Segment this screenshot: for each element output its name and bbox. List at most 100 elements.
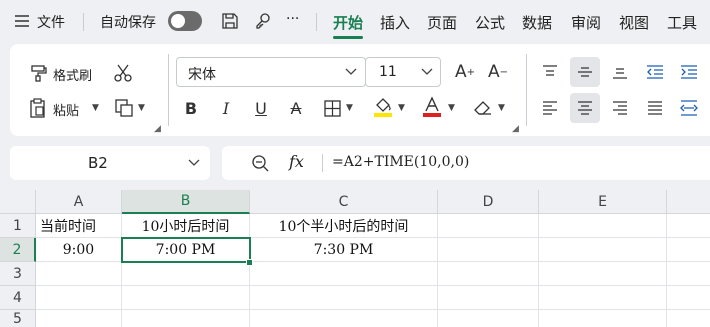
cell-c4[interactable] bbox=[250, 286, 438, 310]
divider bbox=[316, 13, 317, 31]
zoom-formula-icon[interactable] bbox=[250, 153, 270, 173]
strikethrough-icon[interactable]: A bbox=[285, 97, 307, 119]
column-header-b[interactable]: B bbox=[122, 190, 250, 214]
column-header-c[interactable]: C bbox=[250, 190, 438, 214]
divider bbox=[526, 54, 527, 126]
cell-d3[interactable] bbox=[438, 262, 539, 286]
cell-c3[interactable] bbox=[250, 262, 438, 286]
cell-e5[interactable] bbox=[539, 310, 667, 327]
format-painter-icon[interactable] bbox=[28, 63, 48, 83]
font-name-select[interactable]: 宋体 bbox=[176, 57, 366, 87]
divider bbox=[168, 54, 169, 126]
tab-formulas[interactable]: 公式 bbox=[475, 12, 505, 33]
copy-dropdown-caret[interactable]: ▼ bbox=[138, 103, 145, 113]
paste-icon[interactable] bbox=[28, 97, 48, 119]
tab-tools[interactable]: 工具 bbox=[667, 12, 697, 33]
align-right-icon[interactable] bbox=[608, 97, 632, 119]
cell-d1[interactable] bbox=[438, 214, 539, 238]
fill-color-icon[interactable] bbox=[372, 95, 394, 119]
clear-format-dropdown-caret[interactable]: ▼ bbox=[498, 103, 505, 113]
row-header-3[interactable]: 3 bbox=[0, 262, 36, 286]
bold-icon[interactable]: B bbox=[180, 97, 202, 119]
column-header-next[interactable] bbox=[667, 190, 710, 214]
column-header-e[interactable]: E bbox=[539, 190, 667, 214]
cell-b4[interactable] bbox=[122, 286, 250, 310]
decrease-indent-icon[interactable] bbox=[643, 61, 667, 83]
distributed-align-icon[interactable] bbox=[677, 97, 701, 119]
copy-icon[interactable] bbox=[114, 98, 134, 118]
font-color-dropdown-caret[interactable]: ▼ bbox=[448, 103, 455, 113]
paste-dropdown-caret[interactable]: ▼ bbox=[92, 103, 99, 113]
tab-home[interactable]: 开始 bbox=[333, 12, 363, 33]
borders-icon[interactable] bbox=[321, 97, 343, 119]
align-top-icon[interactable] bbox=[538, 61, 562, 83]
cell-e3[interactable] bbox=[539, 262, 667, 286]
cell-b1[interactable]: 10小时后时间 bbox=[122, 214, 250, 238]
increase-indent-icon[interactable] bbox=[677, 61, 701, 83]
row-header-1[interactable]: 1 bbox=[0, 214, 36, 238]
paste-button[interactable]: 粘贴 bbox=[53, 100, 79, 119]
row-header-4[interactable]: 4 bbox=[0, 286, 36, 310]
cell-f4[interactable] bbox=[667, 286, 710, 310]
clipboard-group-expand-icon[interactable]: ◢ bbox=[154, 124, 161, 134]
align-left-icon[interactable] bbox=[538, 97, 562, 119]
cell-e2[interactable] bbox=[539, 238, 667, 262]
row-header-2[interactable]: 2 bbox=[0, 238, 36, 262]
cell-d2[interactable] bbox=[438, 238, 539, 262]
cell-c2[interactable]: 7:30 PM bbox=[250, 238, 438, 262]
name-box[interactable]: B2 bbox=[10, 146, 210, 180]
spreadsheet-grid: A B C D E 1 2 3 4 5 当前时间 10小时后时间 10个半小时后… bbox=[0, 190, 710, 327]
cell-f1[interactable] bbox=[667, 214, 710, 238]
clear-format-icon[interactable] bbox=[472, 97, 494, 119]
formula-input[interactable]: =A2+TIME(10,0,0) bbox=[332, 154, 469, 170]
autosave-toggle[interactable] bbox=[168, 11, 202, 31]
cell-a3[interactable] bbox=[36, 262, 122, 286]
cell-d4[interactable] bbox=[438, 286, 539, 310]
font-color-icon[interactable] bbox=[421, 95, 443, 119]
cell-b3[interactable] bbox=[122, 262, 250, 286]
font-name-value: 宋体 bbox=[188, 67, 216, 83]
justify-icon[interactable] bbox=[643, 97, 667, 119]
cell-f2[interactable] bbox=[667, 238, 710, 262]
row-header-5[interactable]: 5 bbox=[0, 310, 36, 327]
cell-a1[interactable]: 当前时间 bbox=[36, 214, 122, 238]
cell-b5[interactable] bbox=[122, 310, 250, 327]
format-painter-button[interactable]: 格式刷 bbox=[53, 65, 92, 84]
cell-a4[interactable] bbox=[36, 286, 122, 310]
key-icon[interactable] bbox=[253, 11, 273, 31]
increase-font-size-icon[interactable]: A + bbox=[453, 61, 477, 83]
tab-view[interactable]: 视图 bbox=[619, 12, 649, 33]
cell-a5[interactable] bbox=[36, 310, 122, 327]
fill-color-dropdown-caret[interactable]: ▼ bbox=[398, 103, 405, 113]
italic-icon[interactable]: I bbox=[215, 97, 237, 119]
cell-d5[interactable] bbox=[438, 310, 539, 327]
fill-handle[interactable] bbox=[246, 259, 253, 266]
file-menu[interactable]: 文件 bbox=[37, 12, 65, 32]
borders-dropdown-caret[interactable]: ▼ bbox=[346, 103, 353, 113]
cell-e1[interactable] bbox=[539, 214, 667, 238]
column-header-a[interactable]: A bbox=[36, 190, 122, 214]
cell-c5[interactable] bbox=[250, 310, 438, 327]
cell-f5[interactable] bbox=[667, 310, 710, 327]
chevron-down-icon[interactable] bbox=[188, 157, 200, 169]
hamburger-menu-icon[interactable] bbox=[14, 12, 30, 30]
font-size-select[interactable]: 11 bbox=[365, 57, 441, 87]
save-icon[interactable] bbox=[220, 11, 240, 31]
cut-icon[interactable] bbox=[112, 62, 134, 84]
insert-function-button[interactable]: fx bbox=[289, 152, 304, 171]
more-icon[interactable]: ··· bbox=[286, 11, 299, 27]
tab-review[interactable]: 审阅 bbox=[571, 12, 601, 33]
cell-a2[interactable]: 9:00 bbox=[36, 238, 122, 262]
select-all-corner[interactable] bbox=[0, 190, 36, 214]
tab-data[interactable]: 数据 bbox=[522, 12, 552, 33]
cell-e4[interactable] bbox=[539, 286, 667, 310]
align-bottom-icon[interactable] bbox=[608, 61, 632, 83]
tab-page[interactable]: 页面 bbox=[427, 12, 457, 33]
cell-c1[interactable]: 10个半小时后的时间 bbox=[250, 214, 438, 238]
decrease-font-size-icon[interactable]: A − bbox=[486, 61, 510, 83]
font-group-expand-icon[interactable]: ◢ bbox=[512, 124, 519, 134]
underline-icon[interactable]: U bbox=[250, 97, 272, 119]
tab-insert[interactable]: 插入 bbox=[380, 12, 410, 33]
column-header-d[interactable]: D bbox=[438, 190, 539, 214]
cell-f3[interactable] bbox=[667, 262, 710, 286]
